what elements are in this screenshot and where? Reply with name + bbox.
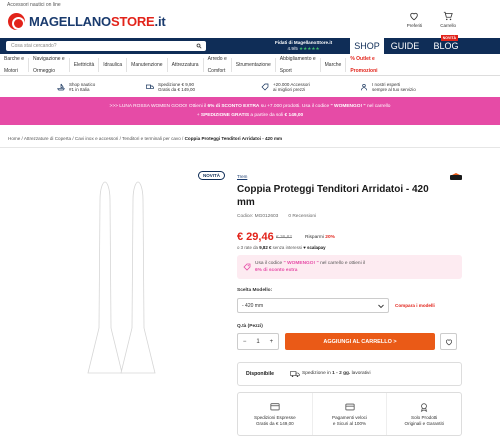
tag-icon [243, 263, 251, 271]
trust-rating: 4.9/5 [287, 46, 298, 51]
product-code: Codice: MG012603 0 Recensioni [237, 214, 317, 219]
product-price: € 29,46 [237, 231, 274, 243]
category-item[interactable]: Abbigliamento e Sport [276, 56, 321, 74]
category-item[interactable]: % Outlet e Promozioni [346, 56, 381, 74]
search-placeholder: Cosa stai cercando? [11, 43, 57, 49]
benefit-item: +20.000 Accessori ai migliori prezzi [261, 82, 310, 93]
benefit-item: I nostri esperti sempre al tuo servizio [360, 82, 416, 93]
category-item[interactable]: Manutenzione [127, 57, 168, 72]
breadcrumb[interactable]: Home / Attrezzature di Coperta / Cavi in… [8, 136, 282, 141]
heart-icon [410, 12, 419, 21]
breadcrumb-current: Coppia Proteggi Tenditori Arridatoi - 42… [184, 136, 283, 141]
boat-icon [57, 83, 65, 91]
quantity-minus-button[interactable]: − [238, 339, 251, 345]
quantity-input[interactable]: 1 [251, 339, 264, 345]
benefits-bar: Shop nautico #1 in Italia Spedizione € 9,9… [0, 78, 500, 96]
tag-icon [261, 83, 269, 91]
add-to-wishlist-button[interactable] [440, 333, 457, 350]
compare-models-link[interactable]: Compara i modelli [395, 303, 435, 308]
category-item[interactable]: Attrezzatura [168, 57, 204, 72]
feature-item: Solo Prodotti Originali e Garantiti [387, 393, 461, 435]
category-item[interactable]: Elettricità [70, 57, 100, 72]
site-header: MAGELLANOSTORE.it Preferiti Carrello [0, 8, 500, 38]
benefit-item: Shop nautico #1 in Italia [57, 82, 95, 93]
quantity-plus-button[interactable]: + [265, 339, 278, 345]
award-icon [421, 402, 428, 412]
trust-widget[interactable]: Fidati di MagellanoStore.it 4.9/5 ★★★★★ [275, 40, 332, 52]
quantity-label: Q.tà (Pezzi) [237, 324, 263, 329]
shipping-box-icon [270, 402, 280, 410]
tab-shop[interactable]: SHOP [350, 38, 384, 54]
trust-title: Fidati di MagellanoStore.it [275, 40, 333, 45]
cart-link[interactable]: Carrello [440, 11, 456, 28]
category-item[interactable]: Strumentazione [232, 57, 276, 72]
cart-icon [443, 11, 453, 21]
wishlist-label: Preferiti [406, 23, 423, 28]
star-rating-icon: ★★★★★ [299, 46, 320, 51]
category-item[interactable]: Navigazione e Ormeggio [29, 56, 70, 74]
category-item[interactable]: Idraulica [99, 57, 128, 72]
category-menu: Barche e Motori Navigazione e Ormeggio Elett… [0, 54, 500, 76]
tensioner-cover-left [87, 181, 123, 374]
brand-link[interactable]: Trem [237, 174, 247, 179]
main-nav-bar: Cosa stai cercando? Fidati di MagellanoS… [0, 35, 500, 54]
feature-item: Spedizioni Espresse Gratis da € 149,00 [238, 393, 313, 435]
divider [0, 147, 500, 148]
brand-logo-icon [450, 173, 462, 180]
new-product-badge: NOVITÀ [198, 171, 226, 180]
installments-info[interactable]: o 3 rate da 9,82 € senza interessi ♥ sca… [237, 245, 326, 250]
model-select[interactable]: - 420 mm [237, 298, 389, 313]
cart-label: Carrello [440, 23, 456, 28]
features-box: Spedizioni Espresse Gratis da € 149,00 Pag… [237, 392, 462, 436]
feature-item: Pagamenti veloci e Sicuri al 100% [313, 393, 388, 435]
old-price: € 36,82 [276, 235, 293, 240]
category-item[interactable]: Barche e Motori [0, 56, 30, 74]
tab-blog-label: BLOG [433, 41, 459, 51]
reviews-link[interactable]: 0 Recensioni [288, 214, 316, 219]
credit-card-icon [344, 403, 355, 410]
search-icon[interactable] [196, 43, 202, 49]
quantity-stepper: − 1 + [237, 333, 279, 350]
availability-status: Disponibile [246, 371, 274, 377]
logo-text: MAGELLANOSTORE.it [29, 14, 166, 29]
product-title: Coppia Proteggi Tenditori Arridatoi - 42… [237, 184, 429, 208]
tab-blog[interactable]: BLOG NOVITÀ [428, 35, 464, 54]
tensioner-cover-right [120, 181, 156, 374]
scalapay-logo: ♥ scalapay [303, 245, 326, 250]
chevron-down-icon [378, 304, 384, 309]
model-label: Scelta Modello: [237, 288, 273, 293]
site-logo[interactable]: MAGELLANOSTORE.it [8, 13, 166, 30]
logo-mark-icon [8, 13, 25, 30]
availability-box: Disponibile Spedizione in 1 - 2 gg. lavo… [237, 362, 462, 386]
search-input[interactable]: Cosa stai cercando? [6, 41, 206, 51]
benefit-item: Spedizione € 9,90 Gratis da € 149,00 [146, 82, 195, 93]
truck-icon [146, 84, 154, 89]
user-icon [361, 84, 367, 91]
category-item[interactable]: Arredo e Comfort [204, 56, 232, 74]
truck-icon [290, 371, 300, 377]
category-item[interactable]: Marche [321, 57, 347, 72]
wishlist-link[interactable]: Preferiti [406, 11, 423, 28]
tab-guide[interactable]: GUIDE [386, 38, 424, 54]
shipping-time: Spedizione in 1 - 2 gg. lavorativi [302, 371, 371, 376]
heart-icon [445, 339, 452, 345]
product-image[interactable] [80, 178, 200, 393]
coupon-box: Usa il codice " WOMENGO! " nel carrello … [237, 255, 462, 279]
add-to-cart-button[interactable]: AGGIUNGI AL CARRELLO > [285, 333, 435, 350]
new-badge: NOVITÀ [440, 35, 458, 41]
promo-banner[interactable]: >>> LUNA ROSSA WOMEN GOOO! Ottieni il 6%… [0, 97, 500, 125]
model-selected-value: - 420 mm [242, 303, 264, 309]
discount-info: Risparmi 20% [305, 235, 335, 240]
